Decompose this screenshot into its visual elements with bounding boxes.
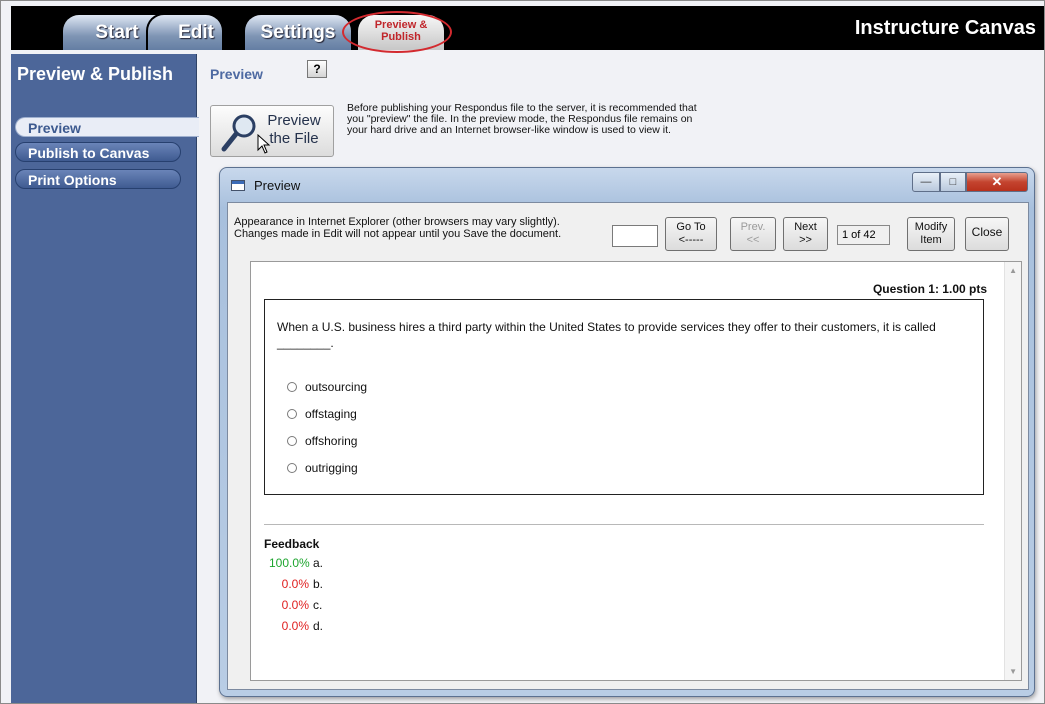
feedback-title: Feedback — [264, 537, 320, 551]
prev-arrow: << — [746, 234, 760, 246]
feedback-percent: 0.0% — [281, 619, 309, 633]
next-arrow: >> — [799, 234, 812, 246]
choice-label: offshoring — [305, 434, 358, 448]
section-label: Preview — [210, 66, 263, 82]
vertical-scrollbar[interactable]: ▲ ▼ — [1004, 262, 1021, 680]
tab-preview-publish-label: Preview & Publish — [374, 19, 428, 43]
goto-label: Go To — [676, 221, 706, 233]
close-button[interactable]: Close — [965, 217, 1009, 251]
minimize-icon: — — [920, 176, 932, 188]
radio-button[interactable] — [287, 463, 297, 473]
goto-input[interactable] — [612, 225, 658, 247]
magnifier-icon — [221, 114, 256, 152]
question-box: When a U.S. business hires a third party… — [264, 299, 984, 495]
close-icon: ✕ — [991, 174, 1003, 189]
divider — [264, 524, 984, 525]
maximize-button[interactable]: □ — [940, 172, 966, 192]
feedback-percent: 100.0% — [269, 556, 310, 570]
tab-preview-publish[interactable]: Preview & Publish — [356, 13, 446, 50]
sidebar-item-print-options[interactable]: Print Options — [15, 169, 181, 189]
sidebar-title: Preview & Publish — [17, 64, 174, 84]
tab-edit[interactable]: Edit — [146, 13, 224, 50]
help-button[interactable]: ? — [307, 60, 327, 78]
preview-dialog: Preview — □ ✕ Appearance in Internet Exp… — [219, 167, 1035, 697]
choice-d[interactable]: outrigging — [287, 461, 358, 475]
prev-label: Prev. — [740, 221, 766, 233]
intro-text: Before publishing your Respondus file to… — [347, 102, 697, 136]
modify-line1: Modify — [914, 221, 948, 233]
question-header: Question 1: 1.00 pts — [872, 282, 987, 296]
feedback-letter: d. — [313, 619, 324, 633]
tab-settings[interactable]: Settings — [243, 13, 353, 50]
choice-a[interactable]: outsourcing — [287, 380, 367, 394]
appearance-note-line1: Appearance in Internet Explorer (other b… — [234, 216, 560, 228]
choice-label: offstaging — [305, 407, 357, 421]
goto-button[interactable]: Go To <----- — [665, 217, 717, 251]
choice-b[interactable]: offstaging — [287, 407, 357, 421]
scroll-down-icon[interactable]: ▼ — [1009, 667, 1017, 676]
feedback-letter: b. — [313, 577, 324, 591]
question-text: When a U.S. business hires a third party… — [277, 320, 936, 350]
dialog-body: Appearance in Internet Explorer (other b… — [227, 202, 1029, 690]
feedback-row: 100.0% a. — [269, 556, 323, 570]
window-icon — [231, 180, 245, 191]
minimize-button[interactable]: — — [912, 172, 940, 192]
question-counter: 1 of 42 — [837, 225, 890, 245]
feedback-percent: 0.0% — [281, 598, 309, 612]
app-title: Instructure Canvas — [854, 17, 1036, 39]
choice-c[interactable]: offshoring — [287, 434, 357, 448]
scroll-up-icon[interactable]: ▲ — [1009, 266, 1017, 275]
radio-button[interactable] — [287, 436, 297, 446]
next-button[interactable]: Next >> — [783, 217, 828, 251]
maximize-icon: □ — [949, 176, 957, 188]
window-close-button[interactable]: ✕ — [966, 172, 1028, 192]
respondus-app: Start Edit Settings Preview & Publish In… — [0, 0, 1045, 704]
next-label: Next — [794, 221, 817, 233]
sidebar-item-publish-to-canvas[interactable]: Publish to Canvas — [15, 142, 181, 162]
sidebar-item-preview[interactable]: Preview — [15, 117, 199, 137]
feedback-row: 0.0% c. — [269, 598, 323, 612]
modify-item-button[interactable]: Modify Item — [907, 217, 955, 251]
modify-line2: Item — [920, 234, 942, 246]
dialog-title: Preview — [254, 178, 301, 193]
feedback-percent: 0.0% — [281, 577, 309, 591]
sidebar: Preview & Publish Preview Publish to Can… — [11, 54, 199, 703]
appearance-note-line2: Changes made in Edit will not appear unt… — [234, 228, 562, 240]
feedback-letter: c. — [313, 598, 323, 612]
preview-file-button[interactable]: Preview the File — [210, 105, 334, 157]
prev-button[interactable]: Prev. << — [730, 217, 776, 251]
choice-label: outrigging — [305, 461, 358, 475]
appearance-note: Appearance in Internet Explorer (other b… — [234, 216, 614, 240]
feedback-row: 0.0% b. — [269, 577, 323, 591]
question-preview-pane[interactable]: Question 1: 1.00 pts When a U.S. busines… — [250, 261, 1022, 681]
radio-button[interactable] — [287, 382, 297, 392]
choice-label: outsourcing — [305, 380, 368, 394]
radio-button[interactable] — [287, 409, 297, 419]
cursor-icon — [257, 134, 271, 154]
goto-arrow: <----- — [678, 234, 704, 246]
feedback-row: 0.0% d. — [269, 619, 323, 633]
top-tab-bar: Start Edit Settings Preview & Publish In… — [11, 6, 1044, 53]
feedback-letter: a. — [313, 556, 324, 570]
